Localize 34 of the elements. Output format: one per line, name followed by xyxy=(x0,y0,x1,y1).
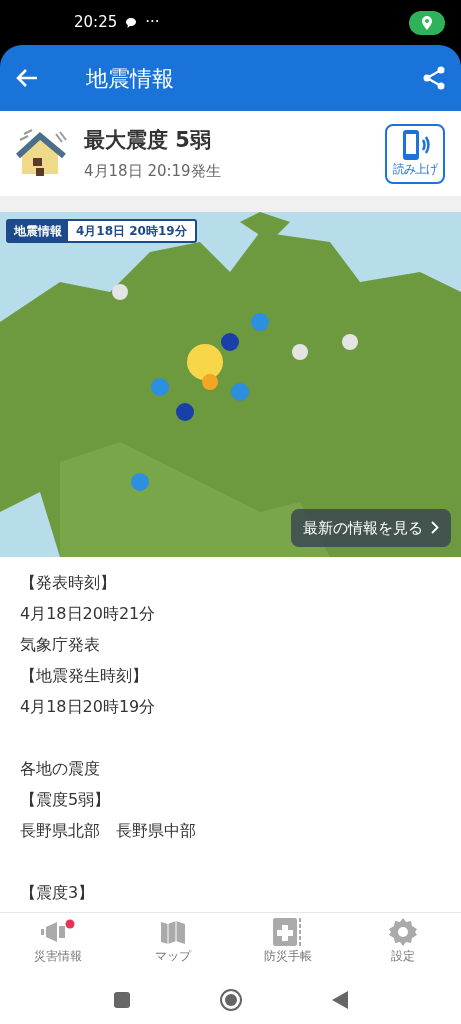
back-triangle-icon[interactable] xyxy=(330,989,349,1010)
latest-info-button[interactable]: 最新の情報を見る xyxy=(291,508,451,547)
nav-tab[interactable]: マップ xyxy=(115,913,231,975)
info-text-line: 【震度5弱】 xyxy=(20,789,112,811)
info-text-line: 4月18日20時21分 xyxy=(20,603,157,625)
share-icon[interactable] xyxy=(423,66,445,90)
map-timestamp: 4月18日 20時19分 xyxy=(75,223,188,240)
chevron-right-icon xyxy=(431,521,439,535)
first-aid-notebook-icon xyxy=(273,918,304,946)
home-icon[interactable] xyxy=(218,987,243,1012)
info-text-line: 各地の震度 xyxy=(20,758,101,780)
info-text-line: 【震度3】 xyxy=(20,882,96,904)
map-icon xyxy=(158,919,187,945)
info-text-line: 【地震発生時刻】 xyxy=(20,665,149,687)
occurrence-time: 4月18日 20:19発生 xyxy=(84,161,222,182)
map-label: 地震情報 xyxy=(8,221,68,241)
settings-icon xyxy=(389,918,418,946)
back-icon[interactable] xyxy=(16,68,38,88)
chat-bubble-icon xyxy=(125,16,138,29)
max-intensity-heading: 最大震度 5弱 xyxy=(84,126,212,154)
nav-tab[interactable]: 設定 xyxy=(345,913,461,975)
info-text-line: 気象庁発表 xyxy=(20,634,101,656)
status-time: 20:25 xyxy=(74,12,118,34)
info-text-line: 4月18日20時19分 xyxy=(20,696,157,718)
nav-tab[interactable]: 災害情報 xyxy=(0,913,116,975)
recent-apps-icon[interactable] xyxy=(112,990,131,1009)
app-title: 地震情報 xyxy=(86,64,174,93)
location-indicator xyxy=(409,10,445,35)
megaphone-icon xyxy=(40,919,75,945)
info-text-line: 長野県北部 長野県中部 xyxy=(20,820,197,842)
read-aloud-button[interactable]: 読み上げ xyxy=(385,123,445,184)
nav-tab[interactable]: 防災手帳 xyxy=(230,913,346,975)
more-notifications: ··· xyxy=(145,12,160,34)
info-text-line: 【発表時刻】 xyxy=(20,572,117,594)
